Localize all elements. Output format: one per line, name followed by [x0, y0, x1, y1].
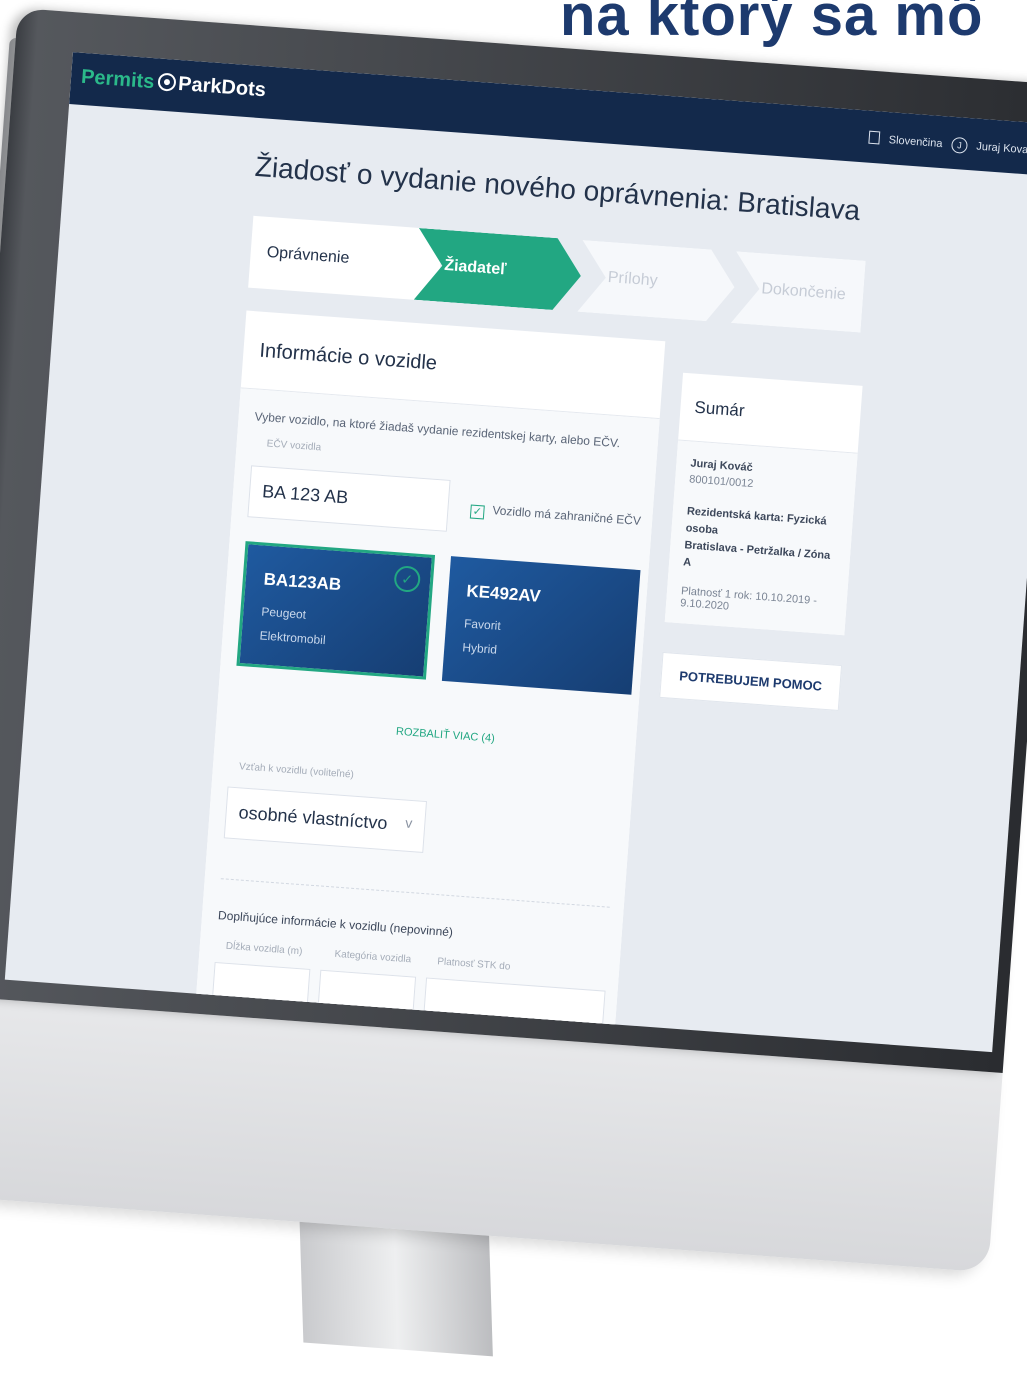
- category-label: Kategória vozidla: [334, 948, 412, 966]
- vehicle-card-selected[interactable]: ✓ BA123AB Peugeot Elektromobil: [236, 541, 436, 680]
- step-ziadatel[interactable]: Žiadateľ: [414, 228, 584, 312]
- brand-parkdots: ParkDots: [177, 72, 267, 102]
- marketing-headline: na ktorý sa mô: [560, 0, 984, 48]
- length-label: Dĺžka vozidla (m): [225, 940, 303, 958]
- vehicle-card[interactable]: KE492AV Favorit Hybrid: [441, 556, 641, 695]
- summary-body: Juraj Kováč 800101/0012 Rezidentská kart…: [664, 440, 858, 636]
- foreign-plate-label: Vozidlo má zahraničné EČV: [491, 503, 642, 528]
- foreign-plate-checkbox[interactable]: ✓ Vozidlo má zahraničné EČV: [469, 502, 642, 529]
- expand-more-link[interactable]: ROZBALIŤ VIAC (4): [396, 726, 496, 745]
- stk-label: Platnosť STK do: [436, 956, 511, 973]
- progress-stepper: Oprávnenie Žiadateľ Prílohy Dokončenie: [248, 215, 862, 332]
- language-selector[interactable]: Slovenčina: [888, 134, 943, 150]
- step-dokoncenie[interactable]: Dokončenie: [731, 251, 866, 332]
- additional-info-title: Doplňujúce informácie k vozidlu (nepovin…: [217, 908, 454, 940]
- relation-value: osobné vlastníctvo: [237, 802, 389, 834]
- relation-select[interactable]: osobné vlastníctvo v: [223, 786, 428, 853]
- summary-card: Sumár Juraj Kováč 800101/0012 Rezidentsk…: [664, 372, 863, 636]
- section-divider: [220, 878, 610, 908]
- help-button[interactable]: POTREBUJEM POMOC: [659, 651, 843, 711]
- step-opravnenie[interactable]: Oprávnenie: [248, 215, 443, 302]
- page-title: Žiadosť o vydanie nového oprávnenia: Bra…: [253, 150, 862, 227]
- user-menu[interactable]: Juraj Kovac: [976, 141, 1027, 157]
- step-prilohy[interactable]: Prílohy: [577, 240, 737, 323]
- vehicle-form: Vyber vozidlo, na ktoré žiadaš vydanie r…: [195, 388, 660, 1040]
- brand-permits: Permits: [80, 65, 156, 94]
- vehicle-plate: KE492AV: [465, 581, 542, 606]
- app-screen: Permits ParkDots Slovenčina J Juraj Kovac …: [4, 52, 1027, 1053]
- plate-label: EČV vozidla: [266, 438, 322, 454]
- monitor-mockup: Permits ParkDots Slovenčina J Juraj Kovac …: [0, 8, 1027, 1357]
- summary-title: Sumár: [678, 372, 863, 454]
- brand-logo[interactable]: Permits ParkDots: [80, 65, 266, 102]
- checkbox-checked-icon[interactable]: ✓: [469, 504, 485, 520]
- parkdots-logo-icon: [157, 72, 177, 92]
- top-right-menu: Slovenčina JJuraj Kovac v: [862, 128, 1027, 160]
- chevron-down-icon: v: [404, 814, 413, 832]
- user-avatar[interactable]: J: [950, 136, 968, 154]
- relation-label: Vzťah k vozidlu (voliteľné): [238, 761, 355, 781]
- language-icon: [868, 130, 881, 145]
- plate-input[interactable]: BA 123 AB: [247, 465, 451, 532]
- summary-validity: Platnosť 1 rok: 10.10.2019 - 9.10.2020: [679, 585, 818, 613]
- vehicle-plate: BA123AB: [263, 569, 342, 595]
- vehicle-info-card: Informácie o vozidle Vyber vozidlo, na k…: [195, 310, 666, 1040]
